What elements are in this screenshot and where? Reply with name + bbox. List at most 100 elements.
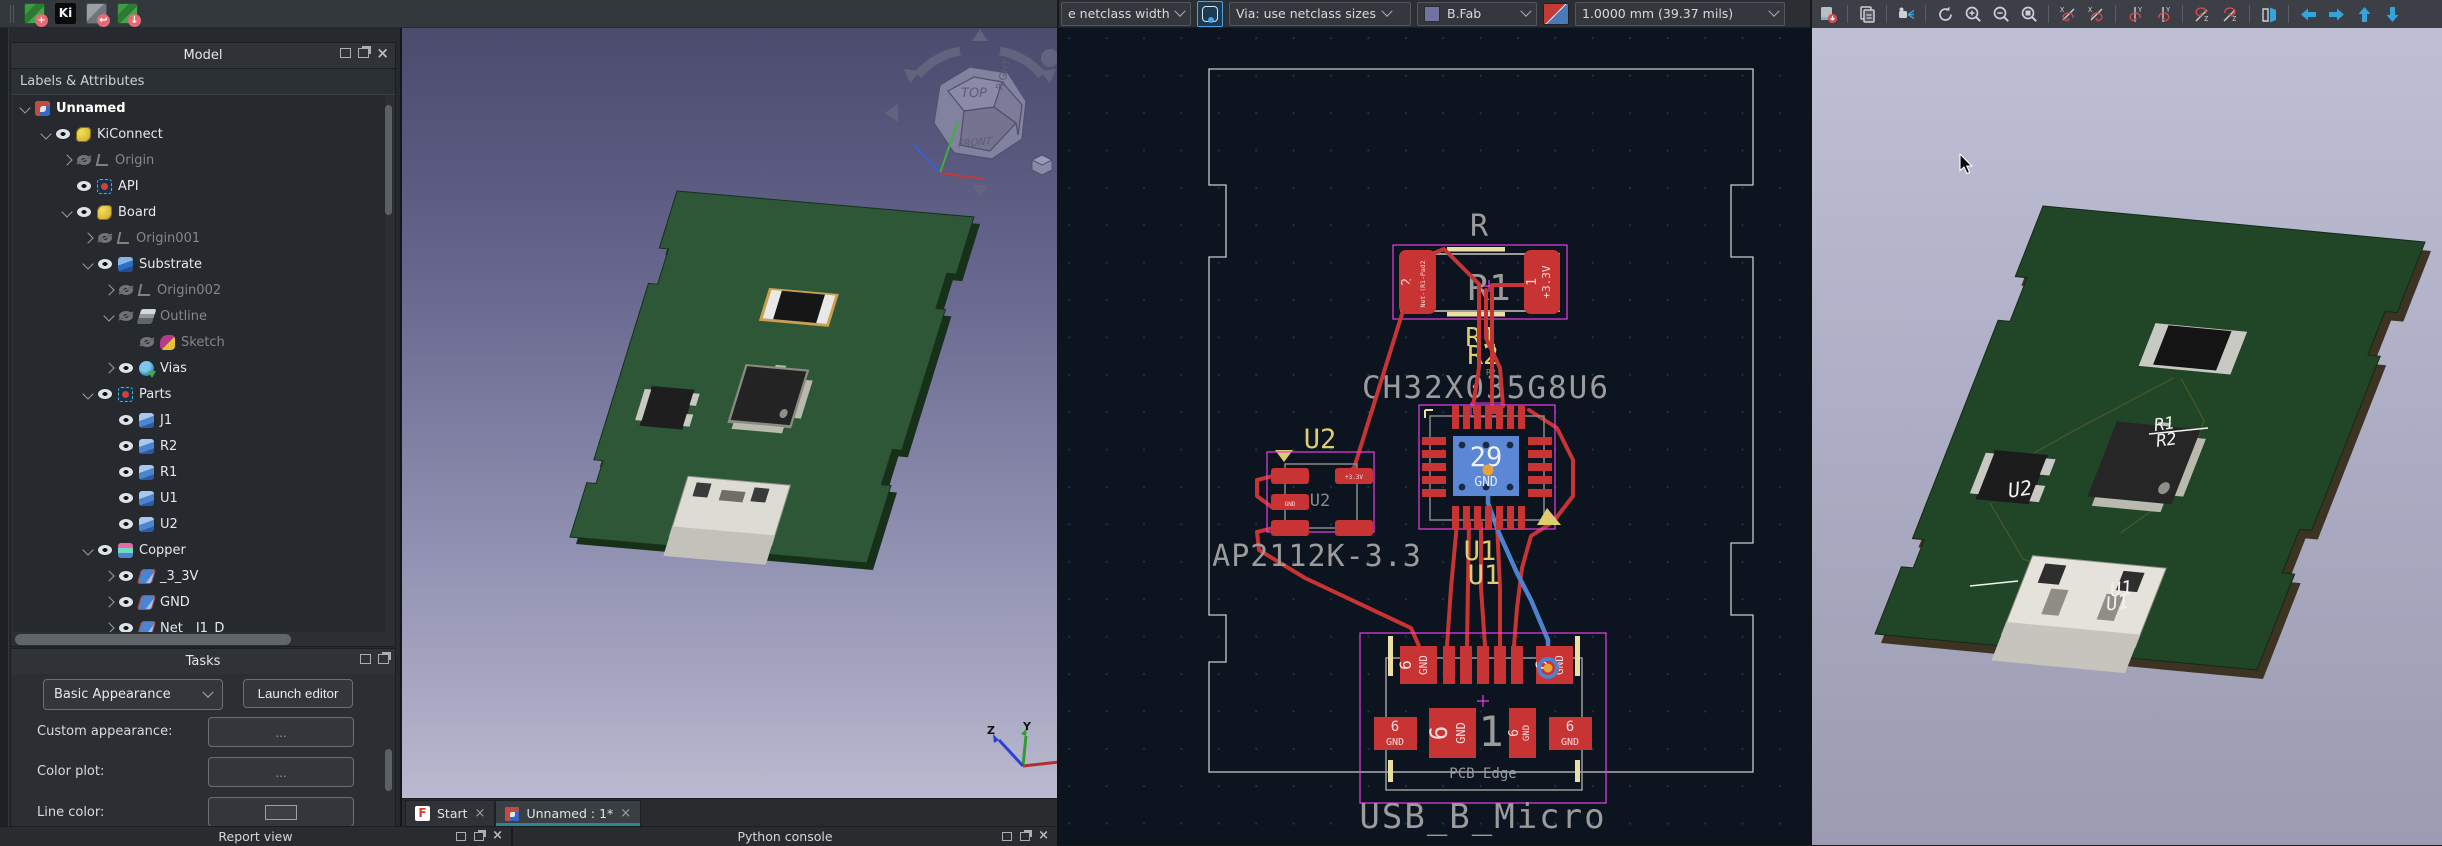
dock-restore-icon[interactable]	[340, 48, 351, 58]
eye-icon[interactable]	[98, 233, 112, 243]
zoom-in-icon[interactable]	[1961, 2, 1985, 26]
zoom-out-icon[interactable]	[1989, 2, 2013, 26]
tree-item-parts[interactable]: Parts	[13, 381, 385, 407]
nav-home-icon[interactable]	[1041, 49, 1057, 67]
eye-icon[interactable]	[119, 285, 133, 295]
nav-mini-cube-icon[interactable]	[1032, 155, 1052, 175]
eye-icon[interactable]	[119, 623, 133, 632]
move-left-icon[interactable]	[2296, 2, 2320, 26]
eye-icon[interactable]	[98, 545, 112, 555]
tree-item-u2[interactable]: U2	[13, 511, 385, 537]
eye-icon[interactable]	[119, 467, 133, 477]
eye-icon[interactable]	[98, 389, 112, 399]
eye-icon[interactable]	[77, 207, 91, 217]
tree-item-origin[interactable]: Origin	[13, 147, 385, 173]
dock-float-icon[interactable]	[378, 654, 389, 664]
refresh-view-icon[interactable]	[1933, 2, 1957, 26]
reload-board-icon[interactable]	[1816, 2, 1840, 26]
render-icon[interactable]	[1894, 2, 1918, 26]
move-up-icon[interactable]	[2352, 2, 2376, 26]
rotate-z-cw-icon[interactable]: Z	[2190, 2, 2214, 26]
layer-pair-button[interactable]	[1543, 3, 1569, 25]
navigation-cube[interactable]: TOP FRONT RIGHT	[885, 29, 1057, 197]
expander-icon[interactable]	[103, 362, 114, 373]
eye-icon[interactable]	[98, 259, 112, 269]
dock-restore-icon[interactable]	[1002, 832, 1012, 841]
nav-cube-top-label[interactable]: TOP	[959, 86, 988, 101]
push-board-icon[interactable]: ↩	[86, 3, 107, 24]
eye-icon[interactable]	[77, 155, 91, 165]
eye-icon[interactable]	[119, 415, 133, 425]
eye-icon[interactable]	[119, 363, 133, 373]
close-icon[interactable]: ×	[376, 48, 389, 58]
rotate-x-ccw-icon[interactable]: X	[2084, 2, 2108, 26]
tree-item-origin001[interactable]: Origin001	[13, 225, 385, 251]
flip-board-icon[interactable]	[2257, 2, 2281, 26]
dock-float-icon[interactable]	[358, 48, 369, 58]
expander-icon[interactable]	[82, 258, 93, 269]
grid-dropdown[interactable]: 1.0000 mm (39.37 mils)	[1575, 2, 1785, 26]
eye-icon[interactable]	[77, 181, 91, 191]
tree-item-copper[interactable]: Copper	[13, 537, 385, 563]
expander-icon[interactable]	[82, 388, 93, 399]
eye-icon[interactable]	[119, 519, 133, 529]
python-console-bar[interactable]: Python console ×	[513, 827, 1057, 846]
tree-item-r1[interactable]: R1	[13, 459, 385, 485]
tree-item-unnamed[interactable]: Unnamed	[13, 95, 385, 121]
tree-item-r2[interactable]: R2	[13, 433, 385, 459]
tasks-panel-header[interactable]: Tasks	[11, 649, 395, 674]
model-panel-header[interactable]: Model ×	[11, 43, 395, 68]
expander-icon[interactable]	[103, 596, 114, 607]
auto-track-width-toggle[interactable]	[1197, 1, 1223, 27]
line-color-button[interactable]	[208, 797, 354, 827]
tree-item-vias[interactable]: Vias	[13, 355, 385, 381]
tree-item-_3_3v[interactable]: _3_3V	[13, 563, 385, 589]
report-view-bar[interactable]: Report view ×	[0, 827, 513, 846]
tree-item-u1[interactable]: U1	[13, 485, 385, 511]
tree-item-api[interactable]: API	[13, 173, 385, 199]
layer-dropdown[interactable]: B.Fab	[1417, 2, 1537, 26]
expander-icon[interactable]	[61, 206, 72, 217]
tree-item-gnd[interactable]: GND	[13, 589, 385, 615]
via[interactable]	[1483, 465, 1494, 476]
viewer3d-canvas[interactable]: R1 R2 U2 U1 U1	[1810, 28, 2442, 845]
freecad-3d-viewport[interactable]: TOP FRONT RIGHT X Y	[402, 28, 1057, 798]
eye-icon[interactable]	[119, 571, 133, 581]
close-icon[interactable]: ×	[620, 806, 631, 821]
tree-item-kiconnect[interactable]: KiConnect	[13, 121, 385, 147]
rotate-y-ccw-icon[interactable]: Y	[2151, 2, 2175, 26]
tree-item-board[interactable]: Board	[13, 199, 385, 225]
rotate-x-cw-icon[interactable]: X	[2056, 2, 2080, 26]
tab-start[interactable]: F Start ×	[405, 800, 495, 826]
tab-document[interactable]: Unnamed : 1* ×	[495, 800, 641, 826]
close-icon[interactable]: ×	[1038, 831, 1049, 841]
tasks-vertical-scrollbar[interactable]	[385, 749, 392, 791]
track-width-dropdown[interactable]: e netclass width	[1061, 2, 1191, 26]
dock-restore-icon[interactable]	[456, 832, 466, 841]
color-plot-button[interactable]: ...	[208, 757, 354, 787]
tree-vertical-scrollbar[interactable]	[385, 105, 392, 215]
eye-icon[interactable]	[119, 493, 133, 503]
close-icon[interactable]: ×	[492, 831, 503, 841]
tree-item-net__j1_d[interactable]: Net__J1_D	[13, 615, 385, 632]
rotate-z-ccw-icon[interactable]: Z	[2218, 2, 2242, 26]
eye-icon[interactable]	[56, 129, 70, 139]
eye-icon[interactable]	[119, 597, 133, 607]
expander-icon[interactable]	[82, 232, 93, 243]
dock-float-icon[interactable]	[474, 832, 484, 841]
eye-icon[interactable]	[119, 441, 133, 451]
expander-icon[interactable]	[82, 544, 93, 555]
rotate-y-cw-icon[interactable]: Y	[2123, 2, 2147, 26]
tree-item-outline[interactable]: Outline	[13, 303, 385, 329]
launch-editor-button[interactable]: Launch editor	[243, 679, 353, 708]
eye-icon[interactable]	[140, 337, 154, 347]
copy-image-icon[interactable]	[1855, 2, 1879, 26]
expander-icon[interactable]	[103, 284, 114, 295]
expander-icon[interactable]	[19, 102, 30, 113]
new-board-icon[interactable]: +	[24, 3, 45, 24]
via-size-dropdown[interactable]: Via: use netclass sizes	[1229, 2, 1411, 26]
tree-item-substrate[interactable]: Substrate	[13, 251, 385, 277]
close-icon[interactable]: ×	[475, 806, 486, 821]
pull-board-icon[interactable]: ↓	[117, 3, 138, 24]
tree-item-j1[interactable]: J1	[13, 407, 385, 433]
